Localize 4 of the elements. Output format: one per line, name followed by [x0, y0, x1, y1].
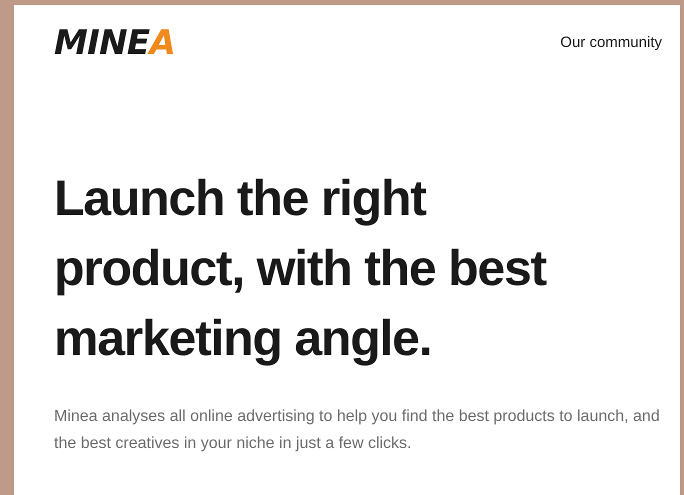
hero-description: Minea analyses all online advertising to help you find the best products to launch, and the best creatives in your niche in just a few clicks. [54, 407, 661, 454]
nav-link[interactable]: Our community [560, 32, 662, 54]
logo[interactable]: MINEA [54, 26, 176, 60]
hero-headline: Launch the right product, with the best marketing angle. [54, 169, 548, 368]
